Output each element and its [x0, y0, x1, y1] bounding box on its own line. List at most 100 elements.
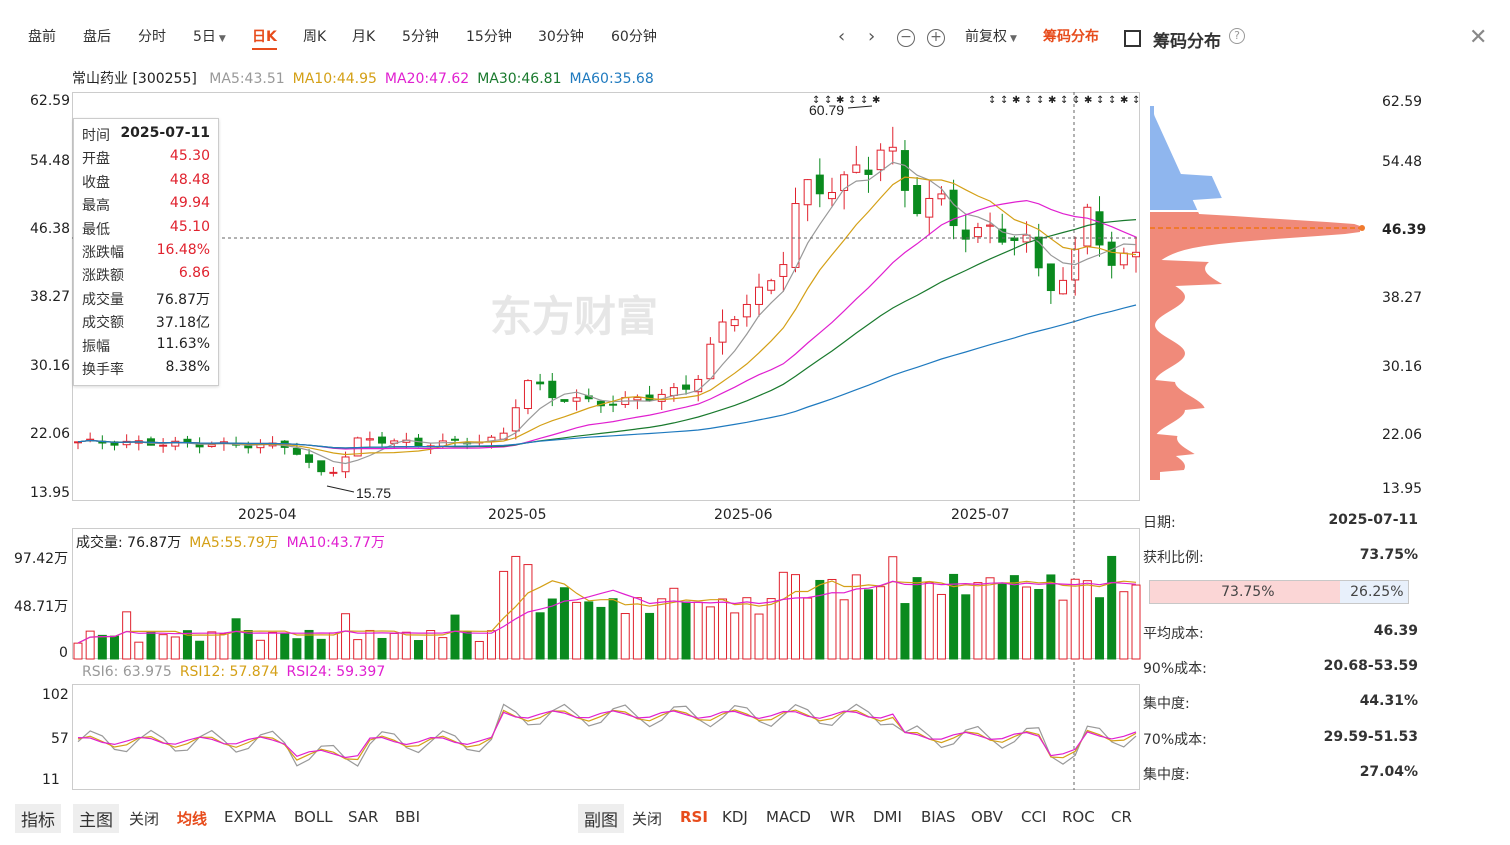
tab-10[interactable]: 60分钟: [611, 26, 657, 46]
chip-stat-key: 90%成本:: [1143, 661, 1207, 677]
tooltip-row: 成交额 37.18亿: [82, 312, 210, 335]
rsi-tick: 57: [51, 731, 69, 747]
tab-6[interactable]: 月K: [352, 26, 375, 46]
chip-stat-value: 27.04%: [1359, 764, 1418, 780]
main-indicator-item-2[interactable]: EXPMA: [224, 808, 276, 826]
help-icon[interactable]: ?: [1229, 28, 1245, 44]
tooltip-key: 涨跌幅: [82, 245, 124, 261]
ma-label-2: MA20:47.62: [384, 71, 470, 87]
tooltip-value: 11.63%: [156, 335, 210, 352]
chevron-right-icon[interactable]: ›: [868, 26, 875, 47]
volume-legend-item: MA10:43.77万: [286, 535, 385, 551]
profit-ratio-bar: 73.75% 26.25%: [1149, 580, 1409, 604]
chip-price-tick: 22.06: [1382, 427, 1423, 443]
ma-label-0: MA5:43.51: [209, 71, 285, 87]
chevron-left-icon[interactable]: ‹: [838, 26, 845, 47]
date-tick: 2025-05: [488, 507, 547, 523]
rsi-tick: 11: [42, 772, 60, 788]
price-tick: 22.06: [30, 426, 71, 442]
tab-2[interactable]: 分时: [138, 26, 166, 46]
main-indicator-item-0[interactable]: 关闭: [129, 808, 159, 829]
tooltip-row: 换手率 8.38%: [82, 359, 210, 382]
volume-tick: 97.42万: [14, 551, 69, 567]
tooltip-row: 收盘 48.48: [82, 172, 210, 195]
chip-stat-value: 73.75%: [1359, 547, 1418, 563]
chip-stat-key: 日期:: [1143, 515, 1176, 531]
sub-indicator-item-7[interactable]: OBV: [971, 808, 1003, 826]
chip-price-tick: 46.39: [1382, 222, 1427, 238]
price-tick: 38.27: [30, 289, 71, 305]
price-tick: 13.95: [30, 485, 71, 501]
tooltip-key: 最低: [82, 221, 110, 238]
tab-7[interactable]: 5分钟: [402, 26, 439, 46]
chip-price-tick: 30.16: [1382, 359, 1423, 375]
sub-indicator-item-8[interactable]: CCI: [1021, 808, 1046, 826]
chip-stat-key: 集中度:: [1143, 767, 1190, 783]
sub-indicator-item-4[interactable]: WR: [830, 808, 855, 826]
main-indicator-item-3[interactable]: BOLL: [294, 808, 333, 826]
tab-1[interactable]: 盘后: [83, 26, 111, 46]
tab-9[interactable]: 30分钟: [538, 26, 584, 46]
tooltip-row: 涨跌额 6.86: [82, 265, 210, 288]
zoom-in-icon[interactable]: +: [927, 29, 945, 47]
tooltip-key: 收盘: [82, 174, 110, 191]
rsi-tick: 102: [42, 687, 69, 703]
rsi-legend-item: RSI6: 63.975: [82, 664, 172, 680]
profit-label: 73.75%: [1221, 584, 1275, 600]
tooltip-row: 振幅 11.63%: [82, 336, 210, 359]
chip-toggle[interactable]: 筹码分布: [1043, 26, 1099, 46]
loss-label: 26.25%: [1350, 584, 1404, 600]
sub-indicator-item-5[interactable]: DMI: [873, 808, 902, 826]
tooltip-value: 6.86: [178, 265, 210, 282]
chip-panel-title: 筹码分布: [1153, 32, 1221, 52]
tooltip-value: 16.48%: [156, 242, 210, 258]
price-tick: 30.16: [30, 358, 71, 374]
main-indicator-item-5[interactable]: BBI: [395, 808, 420, 826]
tooltip-row: 成交量 76.87万: [82, 289, 210, 312]
tab-8[interactable]: 15分钟: [466, 26, 512, 46]
chip-price-tick: 54.48: [1382, 154, 1423, 170]
price-tick: 62.59: [30, 93, 71, 109]
chip-profit-area: [1150, 106, 1222, 210]
tooltip-value: 2025-07-11: [120, 125, 210, 141]
rsi-panel[interactable]: [72, 684, 1140, 790]
tooltip: 时间 2025-07-11 开盘 45.30 收盘 48.48 最高 49.94 最低 45.10…: [73, 118, 219, 386]
tooltip-value: 8.38%: [165, 359, 210, 375]
sub-indicator-item-3[interactable]: MACD: [766, 808, 811, 826]
sub-indicator-boxed-0[interactable]: 副图: [578, 804, 624, 833]
adjust-dropdown[interactable]: 前复权 ▼: [965, 26, 1017, 46]
price-tick: 54.48: [30, 153, 71, 169]
main-indicator-item-4[interactable]: SAR: [348, 808, 378, 826]
main-indicator-item-1[interactable]: 均线: [177, 808, 207, 829]
tooltip-key: 换手率: [82, 362, 124, 378]
tab-label: 5日: [193, 29, 216, 45]
sub-indicator-item-6[interactable]: BIAS: [921, 808, 956, 826]
sub-indicator-item-10[interactable]: CR: [1111, 808, 1132, 826]
date-tick: 2025-06: [714, 507, 773, 523]
sub-indicator-item-9[interactable]: ROC: [1062, 808, 1095, 826]
sub-indicator-item-2[interactable]: KDJ: [722, 808, 748, 826]
tooltip-value: 49.94: [169, 195, 210, 212]
chevron-down-icon: ▼: [218, 34, 226, 44]
rsi-legend: RSI6: 63.975 RSI12: 57.874 RSI24: 59.397: [82, 664, 393, 680]
tooltip-value: 37.18亿: [155, 315, 210, 332]
main-indicator-boxed-0[interactable]: 指标: [15, 804, 61, 833]
tab-0[interactable]: 盘前: [28, 26, 56, 46]
chip-price-tick: 62.59: [1382, 94, 1423, 110]
close-icon[interactable]: ✕: [1469, 25, 1487, 50]
tab-4[interactable]: 日K: [252, 26, 277, 50]
sub-indicator-item-1[interactable]: RSI: [680, 808, 708, 826]
tab-5[interactable]: 周K: [303, 26, 326, 46]
ma-legend: 常山药业 [300255] MA5:43.51 MA10:44.95 MA20:47…: [72, 68, 654, 88]
tab-3[interactable]: 5日 ▼: [193, 26, 226, 46]
tooltip-key: 涨跌额: [82, 268, 124, 285]
average-cost-dot: [1359, 225, 1365, 231]
expand-icon[interactable]: [1124, 30, 1141, 47]
tooltip-row: 时间 2025-07-11: [82, 125, 210, 148]
main-indicator-boxed-1[interactable]: 主图: [73, 804, 119, 833]
sub-indicator-item-0[interactable]: 关闭: [632, 808, 662, 829]
zoom-out-icon[interactable]: −: [897, 29, 915, 47]
volume-legend: 成交量: 76.87万 MA5:55.79万 MA10:43.77万: [76, 532, 393, 552]
tooltip-row: 开盘 45.30: [82, 148, 210, 171]
tooltip-key: 成交额: [82, 315, 124, 332]
